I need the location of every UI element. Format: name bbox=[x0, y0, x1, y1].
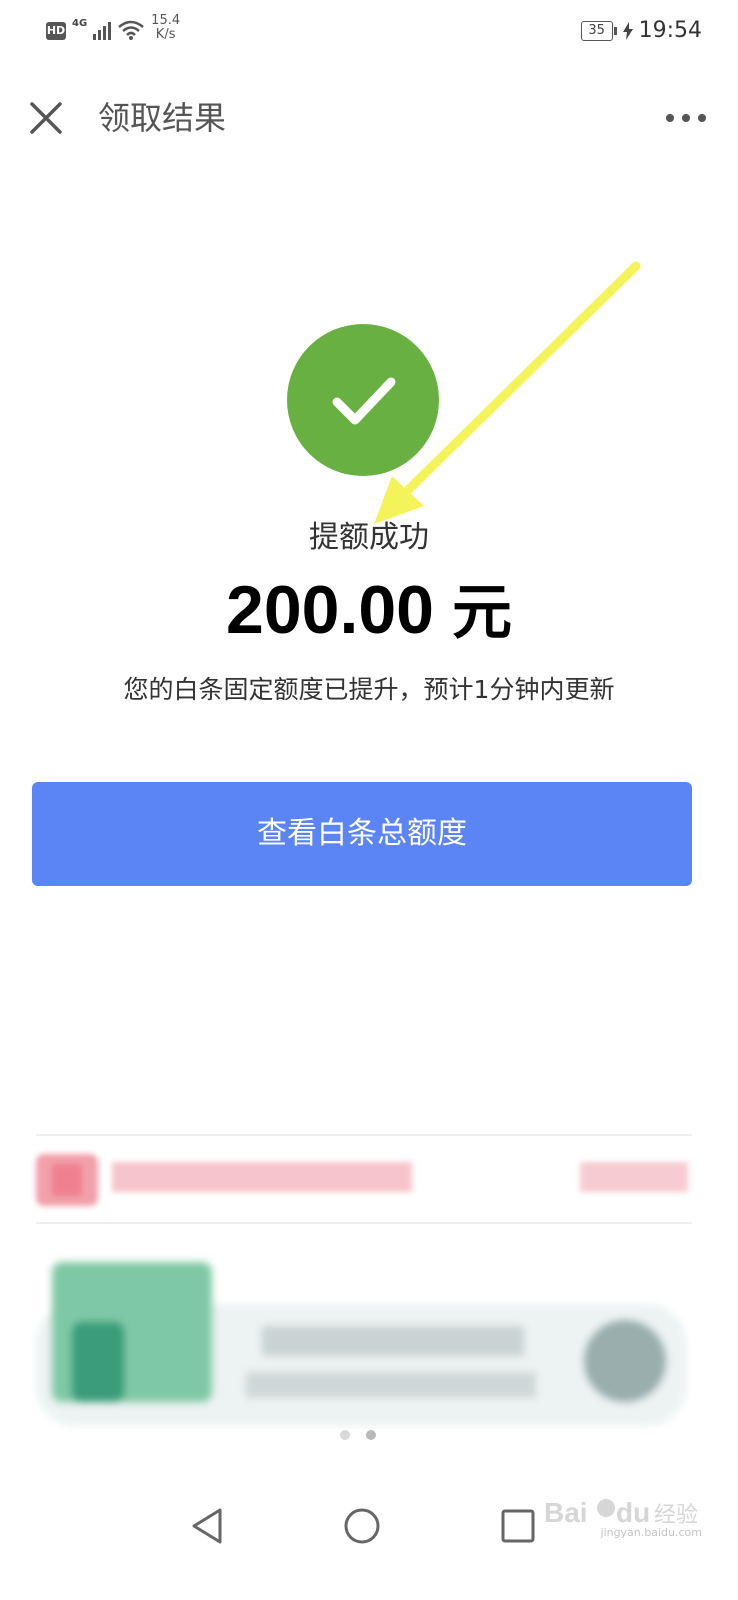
home-circle-icon bbox=[344, 1508, 380, 1544]
battery-icon: 35 bbox=[580, 20, 617, 41]
wifi-icon bbox=[117, 20, 145, 44]
amount-row: 200.00 元 bbox=[0, 568, 738, 670]
view-total-limit-button[interactable]: 查看白条总额度 bbox=[32, 782, 692, 886]
more-button[interactable] bbox=[662, 102, 710, 134]
pager-dot-active[interactable] bbox=[366, 1430, 376, 1440]
screen: HD 4G 15.4 K/s 35 19:54 领取结果 提额成功 200.00… bbox=[0, 0, 738, 1600]
status-time: 19:54 bbox=[638, 18, 702, 43]
divider bbox=[36, 1222, 692, 1224]
promo-row-link bbox=[580, 1162, 688, 1192]
recents-button[interactable] bbox=[496, 1504, 540, 1548]
success-badge bbox=[287, 324, 439, 476]
carousel-pager bbox=[340, 1430, 376, 1440]
svg-text:du: du bbox=[616, 1497, 650, 1528]
speed-value: 15.4 bbox=[151, 13, 181, 28]
title-bar: 领取结果 bbox=[0, 80, 738, 156]
promo-row-icon bbox=[36, 1154, 98, 1206]
hd-badge: HD bbox=[46, 22, 66, 40]
network-speed: 15.4 K/s bbox=[151, 14, 180, 42]
promo-row-text bbox=[112, 1162, 412, 1192]
result-status: 提额成功 bbox=[309, 520, 429, 555]
baidu-watermark: Bai du 经验 jingyan.baidu.com bbox=[542, 1494, 702, 1550]
page-title: 领取结果 bbox=[98, 99, 227, 137]
status-left: HD 4G 15.4 K/s bbox=[46, 14, 180, 44]
close-button[interactable] bbox=[26, 98, 66, 138]
amount-unit: 元 bbox=[451, 578, 512, 648]
promo-row[interactable] bbox=[20, 1140, 700, 1220]
signal-icon bbox=[93, 20, 112, 40]
back-triangle-icon bbox=[192, 1508, 222, 1544]
amount-value: 200.00 bbox=[226, 572, 434, 648]
watermark-url: jingyan.baidu.com bbox=[600, 1526, 702, 1539]
result-description: 您的白条固定额度已提升，预计1分钟内更新 bbox=[123, 675, 615, 704]
more-icon bbox=[666, 114, 706, 122]
speed-unit: K/s bbox=[155, 27, 176, 42]
status-right: 35 19:54 bbox=[580, 18, 702, 43]
back-button[interactable] bbox=[186, 1504, 230, 1548]
divider bbox=[36, 1134, 692, 1136]
network-type: 4G bbox=[72, 18, 88, 29]
charging-icon bbox=[622, 21, 633, 40]
checkmark-icon bbox=[332, 377, 396, 425]
battery-level: 35 bbox=[580, 20, 613, 41]
banner-text-line bbox=[246, 1372, 536, 1398]
promo-banner[interactable] bbox=[36, 1262, 686, 1428]
baidu-logo-icon: Bai du 经验 bbox=[544, 1497, 698, 1528]
banner-text-line bbox=[262, 1326, 524, 1356]
recents-square-icon bbox=[501, 1509, 535, 1543]
banner-graphic bbox=[52, 1262, 212, 1402]
svg-text:Bai: Bai bbox=[544, 1497, 588, 1528]
banner-action-icon bbox=[584, 1320, 666, 1402]
svg-text:经验: 经验 bbox=[654, 1503, 698, 1528]
pager-dot[interactable] bbox=[340, 1430, 350, 1440]
home-button[interactable] bbox=[340, 1504, 384, 1548]
status-bar: HD 4G 15.4 K/s 35 19:54 bbox=[0, 0, 738, 64]
close-icon bbox=[30, 102, 62, 134]
